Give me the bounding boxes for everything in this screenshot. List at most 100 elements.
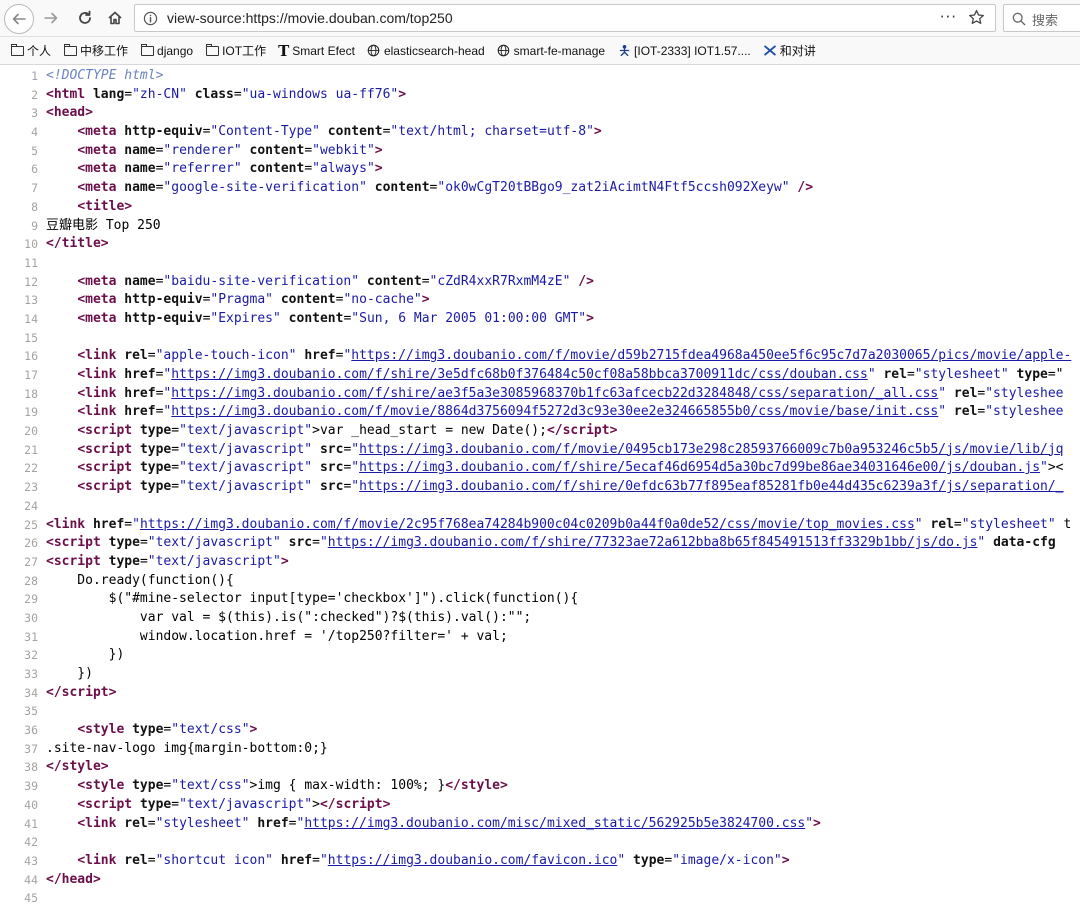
back-button[interactable] (4, 4, 34, 34)
attribute-value: "cZdR4xxR7RxmM4zE" (429, 273, 571, 289)
tag-bracket: </ (46, 759, 62, 775)
plain-text: = (139, 535, 148, 551)
plain-text (187, 87, 195, 102)
line-number: 32 (24, 648, 38, 663)
line-code: </title> (46, 235, 109, 254)
tag-name: meta (85, 292, 117, 308)
attribute-name: type (139, 423, 172, 439)
bookmark-folder-iot-work[interactable]: IOT工作 (205, 42, 266, 59)
plain-text (242, 143, 250, 158)
bookmark-elasticsearch-head[interactable]: elasticsearch-head (367, 44, 485, 58)
url-bar[interactable]: view-source:https://movie.douban.com/top… (134, 4, 996, 32)
line-number: 18 (24, 386, 38, 401)
source-link[interactable]: https://img3.doubanio.com/f/shire/77323a… (328, 535, 978, 550)
tag-name: script (53, 553, 101, 569)
url-text[interactable]: view-source:https://movie.douban.com/top… (167, 10, 453, 26)
source-line: 40 <script type="text/javascript"></scri… (0, 796, 1080, 815)
tag-bracket: < (77, 815, 86, 831)
tag-bracket: < (77, 778, 86, 794)
line-number: 16 (24, 349, 38, 364)
search-placeholder[interactable]: 搜索 (1032, 10, 1058, 29)
source-link[interactable]: https://img3.doubanio.com/f/movie/d59b27… (351, 348, 1071, 363)
attribute-value: "styleshee (985, 404, 1064, 420)
bookmark-folder-cmcc-work[interactable]: 中移工作 (63, 42, 128, 59)
source-link[interactable]: https://img3.doubanio.com/f/shire/3e5dfc… (171, 367, 868, 382)
bookmark-folder-personal[interactable]: 个人 (10, 42, 51, 59)
attribute-name: src (319, 460, 344, 476)
tag-bracket: > (421, 292, 430, 308)
attribute-name: type (139, 479, 172, 495)
attribute-name: class (194, 86, 234, 102)
tag-bracket: > (124, 198, 133, 214)
line-number: 29 (24, 592, 38, 607)
bookmark-hedujiang[interactable]: 和对讲 (763, 42, 816, 59)
line-number: 37 (24, 741, 38, 756)
attribute-value: "google-site-verification" (163, 180, 367, 196)
line-code: .site-nav-logo img{margin-bottom:0;} (46, 740, 328, 759)
source-line: 43 <link rel="shortcut icon" href="https… (0, 852, 1080, 871)
source-link[interactable]: https://img3.doubanio.com/f/shire/0efdc6… (359, 479, 1063, 494)
line-code: <link rel="shortcut icon" href="https://… (46, 852, 789, 871)
plain-text: = (171, 796, 180, 812)
line-number: 3 (31, 106, 38, 121)
attribute-value: " (351, 460, 360, 476)
plain-text (46, 479, 77, 494)
tag-bracket: > (100, 759, 109, 775)
line-code: <link href="https://img3.doubanio.com/f/… (46, 403, 1064, 422)
forward-button[interactable] (38, 5, 64, 31)
info-icon[interactable] (143, 11, 158, 30)
source-link[interactable]: https://img3.doubanio.com/misc/mixed_sta… (304, 816, 805, 831)
plain-text (359, 274, 367, 289)
bookmark-iot-2333[interactable]: [IOT-2333] IOT1.57.... (617, 44, 751, 58)
page-actions-menu[interactable]: ··· (940, 8, 957, 26)
source-line: 34 </script> (0, 684, 1080, 703)
tag-name: style (85, 722, 125, 738)
reload-button[interactable] (72, 5, 98, 31)
source-link[interactable]: https://img3.doubanio.com/f/movie/8864d3… (171, 404, 938, 419)
bookmark-smart-efect[interactable]: T Smart Efect (278, 42, 355, 60)
tag-name: link (85, 348, 117, 364)
attribute-name: href (257, 815, 289, 831)
attribute-name: http-equiv (124, 310, 203, 326)
source-link[interactable]: https://img3.doubanio.com/f/shire/ae3f5a… (171, 386, 938, 401)
source-line: 5 <meta name="renderer" content="webkit"… (0, 142, 1080, 161)
source-link[interactable]: https://img3.doubanio.com/favicon.ico (328, 853, 618, 868)
attribute-name: content (280, 292, 336, 308)
attribute-name: type (139, 460, 172, 476)
source-code-view: 1 <!DOCTYPE html> 2 <html lang="zh-CN" clas… (0, 65, 1080, 908)
line-number: 13 (24, 293, 38, 308)
line-number: 27 (24, 554, 38, 569)
line-number: 44 (24, 872, 38, 887)
browser-toolbar: view-source:https://movie.douban.com/top… (0, 0, 1080, 37)
source-link[interactable]: https://img3.doubanio.com/f/movie/0495cb… (359, 442, 1063, 457)
source-link[interactable]: https://img3.doubanio.com/f/movie/2c95f7… (140, 517, 915, 532)
line-code: <meta http-equiv="Pragma" content="no-ca… (46, 291, 430, 310)
bookmark-smart-fe-manage[interactable]: smart-fe-manage (497, 44, 605, 58)
bookmark-folder-django[interactable]: django (140, 43, 193, 58)
arrow-right-icon (44, 12, 58, 24)
tag-bracket: < (77, 460, 86, 476)
source-line: 26 <script type="text/javascript" src="ht… (0, 534, 1080, 553)
attribute-value: "webkit" (312, 142, 375, 158)
search-box[interactable]: 搜索 (1003, 4, 1080, 32)
tag-bracket: < (77, 124, 86, 140)
tag-bracket: < (77, 722, 86, 738)
attribute-name: http-equiv (124, 292, 203, 308)
plain-text (273, 292, 281, 307)
plain-text: >img { max-width: 100%; } (249, 778, 446, 794)
plain-text: = (304, 161, 313, 177)
plain-text: >var _head_start = new Date(); (312, 423, 547, 439)
tag-name: script (85, 479, 133, 495)
star-icon[interactable] (968, 9, 985, 30)
line-code: <head> (46, 104, 93, 123)
tag-name: script (85, 423, 133, 439)
tag-bracket: > (374, 161, 383, 177)
home-button[interactable] (102, 5, 128, 31)
tag-bracket: > (500, 778, 508, 794)
attribute-value: "ua-windows ua-ff76" (241, 86, 399, 102)
plain-text (46, 274, 77, 289)
plain-text: var val = $(this).is(":checked")?$(this)… (46, 609, 532, 625)
source-link[interactable]: https://img3.doubanio.com/f/shire/5ecaf4… (359, 460, 1040, 475)
tag-name: style (85, 778, 125, 794)
line-code: <script type="text/javascript"></script> (46, 796, 390, 815)
